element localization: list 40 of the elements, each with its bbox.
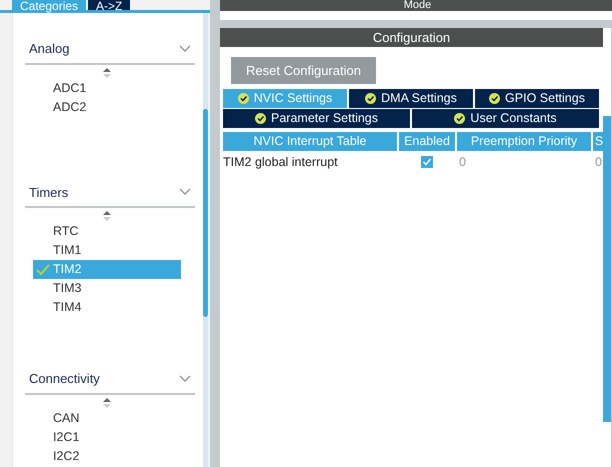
category-title: Connectivity (29, 370, 100, 388)
sidebar-tab[interactable]: A->Z (88, 0, 130, 10)
scrollbar[interactable] (203, 13, 208, 467)
configuration-header: Configuration (220, 28, 603, 47)
settings-tab[interactable]: DMA Settings (349, 89, 473, 108)
check-circle-icon (489, 93, 500, 104)
peripheral-item[interactable]: TIM3 (33, 279, 181, 298)
peripheral-item[interactable]: TIM4 (33, 298, 181, 317)
peripheral-item[interactable]: ADC2 (33, 98, 181, 116)
category-header[interactable]: Analog (25, 37, 195, 64)
settings-tab[interactable]: User Constants (412, 109, 599, 128)
check-circle-icon (365, 93, 376, 104)
table-cell-text: 0 (594, 154, 603, 171)
category-header[interactable]: Timers (25, 180, 195, 208)
check-circle-icon (454, 113, 466, 124)
category-header[interactable]: Connectivity (25, 367, 195, 394)
peripheral-item[interactable]: I2C2 (33, 446, 181, 466)
category-title: Analog (29, 40, 70, 58)
table-cell-text: 0 (458, 154, 467, 171)
scrollbar[interactable] (603, 116, 611, 422)
peripheral-item[interactable]: RTC (33, 222, 181, 241)
check-circle-icon (238, 93, 249, 104)
peripheral-item[interactable]: ADC1 (33, 78, 181, 98)
peripheral-item[interactable]: TIM1 (33, 241, 181, 260)
sort-icon (103, 211, 111, 221)
sort-icon (103, 398, 111, 408)
chevron-down-icon (179, 188, 191, 196)
mode-header: Mode (220, 0, 612, 11)
checkbox[interactable] (421, 156, 433, 168)
chevron-down-icon (179, 44, 191, 53)
chevron-down-icon (179, 374, 191, 383)
settings-tab[interactable]: GPIO Settings (475, 89, 599, 108)
peripheral-item[interactable]: CAN (33, 408, 181, 428)
settings-tab[interactable]: Parameter Settings (223, 109, 410, 128)
check-icon (36, 264, 50, 275)
peripheral-item[interactable]: I2C1 (33, 428, 181, 446)
sort-icon (103, 68, 111, 78)
table-cell-text: TIM2 global interrupt (223, 154, 339, 171)
check-circle-icon (255, 113, 266, 124)
category-title: Timers (29, 184, 68, 202)
